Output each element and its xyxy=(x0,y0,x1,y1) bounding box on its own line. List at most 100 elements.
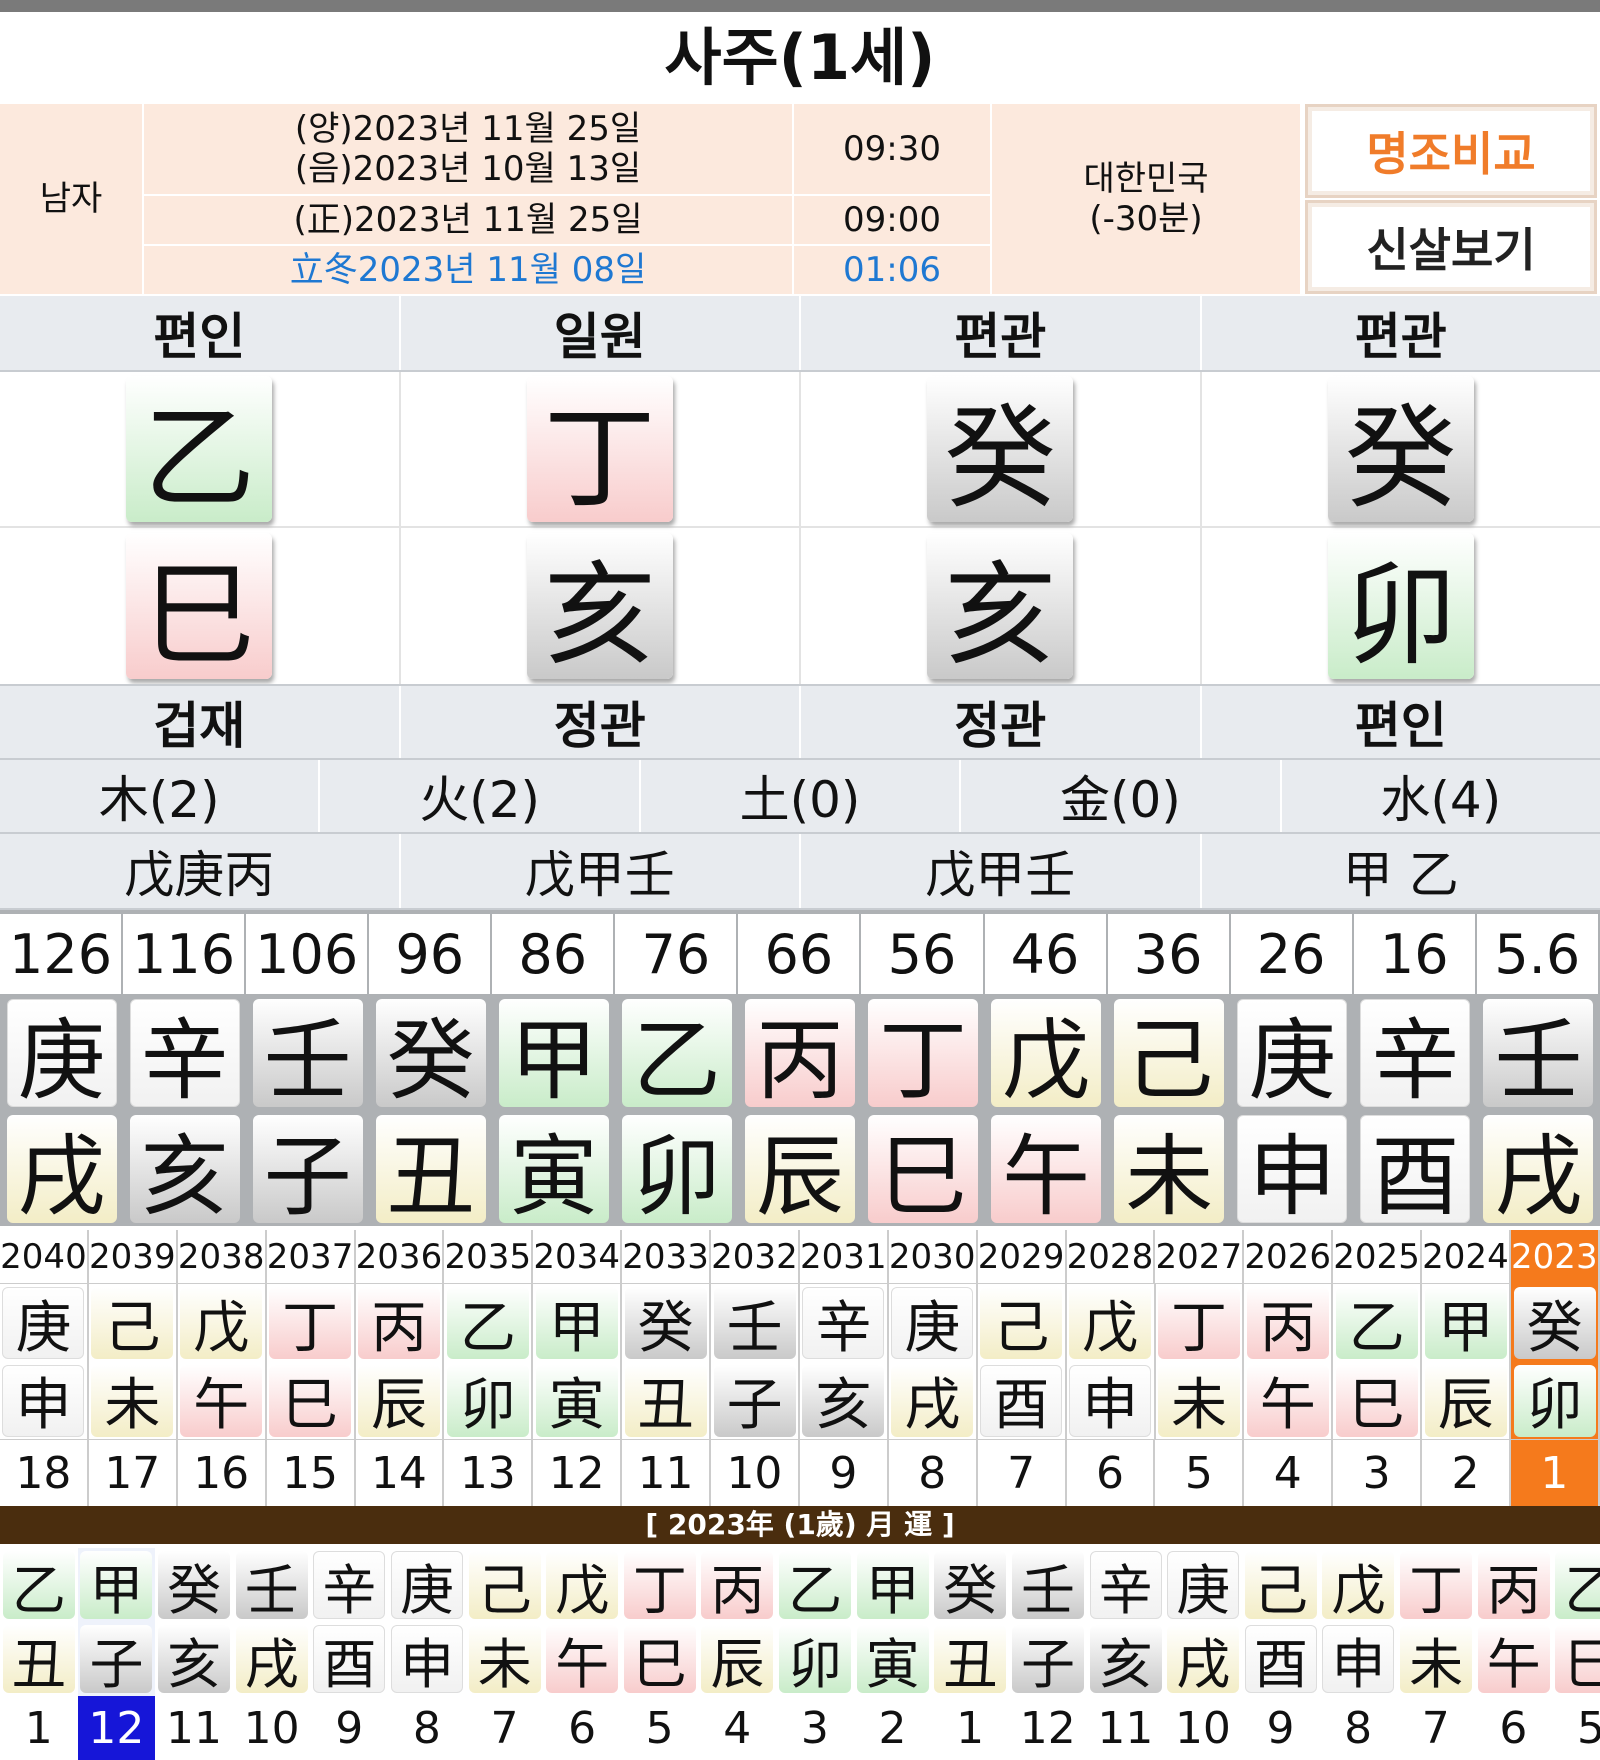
stem-tile[interactable]: 丁 xyxy=(526,376,673,524)
daeun-branch-tile[interactable]: 戌 xyxy=(6,1115,117,1228)
seun-year[interactable]: 2036 xyxy=(356,1230,445,1284)
seun-branch-tile[interactable]: 丑 xyxy=(624,1364,707,1438)
seun-branch-tile[interactable]: 申 xyxy=(2,1364,85,1438)
seun-stem-tile[interactable]: 己 xyxy=(980,1287,1063,1361)
seun-stem-tile[interactable]: 乙 xyxy=(446,1287,529,1361)
wolun-stem-tile[interactable]: 壬 xyxy=(235,1551,308,1622)
wolun-branch-tile[interactable]: 子 xyxy=(1011,1625,1084,1696)
wolun-branch-tile[interactable]: 亥 xyxy=(158,1625,231,1696)
wolun-branch-tile[interactable]: 丑 xyxy=(934,1625,1007,1696)
daeun-stem-tile[interactable]: 丙 xyxy=(745,999,855,1112)
seun-branch-tile[interactable]: 午 xyxy=(1246,1364,1329,1438)
wolun-branch-tile[interactable]: 戌 xyxy=(235,1625,308,1696)
wolun-month[interactable]: 6 xyxy=(543,1696,621,1760)
wolun-month[interactable]: 11 xyxy=(155,1696,233,1760)
wolun-stem-tile[interactable]: 甲 xyxy=(80,1551,153,1622)
wolun-month[interactable]: 5 xyxy=(1552,1696,1600,1760)
wolun-stem-tile[interactable]: 壬 xyxy=(1011,1551,1084,1622)
seun-year[interactable]: 2029 xyxy=(978,1230,1067,1284)
seun-branch-tile[interactable]: 未 xyxy=(1158,1364,1241,1438)
branch-tile[interactable]: 卯 xyxy=(1327,533,1474,681)
compare-chart-button[interactable]: 명조비교 xyxy=(1305,104,1597,198)
wolun-branch-tile[interactable]: 卯 xyxy=(779,1625,852,1696)
daeun-branch-tile[interactable]: 酉 xyxy=(1360,1115,1471,1228)
wolun-branch-tile[interactable]: 午 xyxy=(546,1625,619,1696)
seun-year[interactable]: 2023 xyxy=(1510,1230,1600,1284)
seun-stem-tile[interactable]: 壬 xyxy=(713,1287,796,1361)
seun-stem-tile[interactable]: 丁 xyxy=(1158,1287,1241,1361)
daeun-branch-tile[interactable]: 申 xyxy=(1237,1115,1348,1228)
wolun-stem-tile[interactable]: 甲 xyxy=(856,1551,929,1622)
daeun-branch-tile[interactable]: 辰 xyxy=(745,1115,855,1228)
wolun-stem-tile[interactable]: 己 xyxy=(468,1551,541,1622)
wolun-stem-tile[interactable]: 癸 xyxy=(934,1551,1007,1622)
wolun-branch-tile[interactable]: 未 xyxy=(1400,1625,1473,1696)
wolun-stem-tile[interactable]: 丁 xyxy=(1400,1551,1473,1622)
wolun-month[interactable]: 12 xyxy=(1009,1696,1087,1760)
seun-stem-tile[interactable]: 己 xyxy=(91,1287,174,1361)
seun-year[interactable]: 2025 xyxy=(1333,1230,1422,1284)
daeun-branch-tile[interactable]: 戌 xyxy=(1483,1115,1594,1228)
wolun-month[interactable]: 6 xyxy=(1475,1696,1553,1760)
daeun-stem-tile[interactable]: 壬 xyxy=(252,999,363,1112)
daeun-branch-tile[interactable]: 未 xyxy=(1114,1115,1225,1228)
wolun-month[interactable]: 10 xyxy=(233,1696,311,1760)
seun-branch-tile[interactable]: 未 xyxy=(91,1364,174,1438)
seun-stem-tile[interactable]: 辛 xyxy=(802,1287,885,1361)
wolun-stem-tile[interactable]: 丁 xyxy=(623,1551,696,1622)
wolun-month[interactable]: 1 xyxy=(0,1696,78,1760)
branch-tile[interactable]: 亥 xyxy=(526,533,673,681)
wolun-branch-tile[interactable]: 午 xyxy=(1477,1625,1550,1696)
wolun-branch-tile[interactable]: 酉 xyxy=(1244,1625,1317,1696)
seun-year[interactable]: 2035 xyxy=(444,1230,534,1284)
wolun-month[interactable]: 8 xyxy=(1319,1696,1397,1760)
wolun-month[interactable]: 5 xyxy=(621,1696,699,1760)
wolun-month[interactable]: 10 xyxy=(1164,1696,1242,1760)
wolun-branch-tile[interactable]: 辰 xyxy=(701,1625,774,1696)
seun-branch-tile[interactable]: 亥 xyxy=(802,1364,885,1438)
seun-branch-tile[interactable]: 子 xyxy=(713,1364,796,1438)
wolun-stem-tile[interactable]: 丙 xyxy=(1477,1551,1550,1622)
daeun-stem-tile[interactable]: 丁 xyxy=(868,999,979,1112)
seun-branch-tile[interactable]: 辰 xyxy=(358,1364,440,1438)
branch-tile[interactable]: 亥 xyxy=(927,533,1074,681)
wolun-stem-tile[interactable]: 辛 xyxy=(1089,1551,1162,1622)
daeun-stem-tile[interactable]: 乙 xyxy=(621,999,732,1112)
wolun-branch-tile[interactable]: 巳 xyxy=(623,1625,696,1696)
seun-stem-tile[interactable]: 癸 xyxy=(1513,1287,1596,1361)
wolun-stem-tile[interactable]: 戊 xyxy=(1322,1551,1395,1622)
seun-stem-tile[interactable]: 丁 xyxy=(269,1287,352,1361)
seun-stem-tile[interactable]: 丙 xyxy=(358,1287,440,1361)
wolun-stem-tile[interactable]: 癸 xyxy=(158,1551,231,1622)
wolun-stem-tile[interactable]: 辛 xyxy=(313,1551,386,1622)
seun-year[interactable]: 2027 xyxy=(1155,1230,1245,1284)
seun-branch-tile[interactable]: 辰 xyxy=(1424,1364,1507,1438)
wolun-month[interactable]: 3 xyxy=(776,1696,854,1760)
seun-year[interactable]: 2031 xyxy=(800,1230,889,1284)
seun-year[interactable]: 2024 xyxy=(1422,1230,1511,1284)
daeun-branch-tile[interactable]: 亥 xyxy=(129,1115,240,1228)
daeun-branch-tile[interactable]: 卯 xyxy=(621,1115,732,1228)
daeun-branch-tile[interactable]: 子 xyxy=(252,1115,363,1228)
wolun-branch-tile[interactable]: 未 xyxy=(468,1625,541,1696)
seun-branch-tile[interactable]: 酉 xyxy=(980,1364,1063,1438)
wolun-branch-tile[interactable]: 巳 xyxy=(1555,1625,1600,1696)
seun-branch-tile[interactable]: 寅 xyxy=(535,1364,618,1438)
seun-stem-tile[interactable]: 戊 xyxy=(180,1287,263,1361)
seun-year[interactable]: 2034 xyxy=(533,1230,623,1284)
daeun-branch-tile[interactable]: 丑 xyxy=(375,1115,486,1228)
wolun-branch-tile[interactable]: 酉 xyxy=(313,1625,386,1696)
wolun-branch-tile[interactable]: 子 xyxy=(80,1625,153,1696)
seun-year[interactable]: 2030 xyxy=(889,1230,978,1284)
wolun-branch-tile[interactable]: 丑 xyxy=(2,1625,75,1696)
seun-year[interactable]: 2033 xyxy=(622,1230,711,1284)
sinsal-view-button[interactable]: 신살보기 xyxy=(1305,200,1597,294)
seun-branch-tile[interactable]: 卯 xyxy=(1513,1364,1596,1438)
seun-stem-tile[interactable]: 甲 xyxy=(535,1287,618,1361)
seun-branch-tile[interactable]: 卯 xyxy=(446,1364,529,1438)
seun-year[interactable]: 2032 xyxy=(711,1230,800,1284)
seun-stem-tile[interactable]: 丙 xyxy=(1246,1287,1329,1361)
seun-year[interactable]: 2037 xyxy=(267,1230,356,1284)
wolun-month[interactable]: 8 xyxy=(388,1696,466,1760)
seun-branch-tile[interactable]: 午 xyxy=(180,1364,263,1438)
